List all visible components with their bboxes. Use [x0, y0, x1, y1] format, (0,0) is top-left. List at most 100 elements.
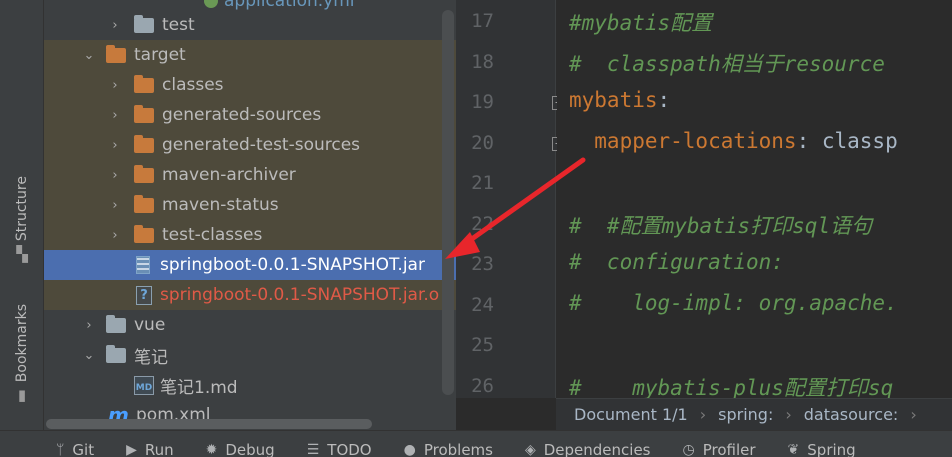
tree-row-label: springboot-0.0.1-SNAPSHOT.jar	[160, 255, 425, 275]
chevron-right-icon[interactable]: ›	[108, 198, 122, 213]
code-line-22: # #配置mybatis打印sql语句	[569, 214, 873, 238]
excluded-folder-icon	[134, 194, 154, 213]
project-tree: application.yml › test ⌄ target › classe…	[44, 0, 456, 430]
tree-row-label: maven-status	[162, 195, 279, 215]
chevron-right-icon[interactable]: ›	[108, 138, 122, 153]
tree-row-label: test-classes	[162, 225, 263, 245]
line-number: 20	[471, 132, 494, 154]
tab-git[interactable]: ᛘ Git	[56, 431, 94, 457]
tree-row-generated-sources[interactable]: › generated-sources	[44, 100, 456, 130]
tab-label: Spring	[807, 441, 856, 457]
structure-tab[interactable]: Structure ▚	[8, 176, 36, 262]
breadcrumb-item-datasource[interactable]: datasource:	[804, 405, 899, 424]
tree-row-generated-test-sources[interactable]: › generated-test-sources	[44, 130, 456, 160]
tree-vertical-scrollbar[interactable]	[442, 10, 454, 395]
spring-leaf-icon: ❦	[787, 442, 800, 457]
tree-horizontal-scrollbar[interactable]	[46, 419, 372, 429]
yaml-colon: :	[657, 88, 671, 112]
chevron-right-icon[interactable]: ›	[108, 18, 122, 33]
breadcrumb: Document 1/1 › spring: › datasource: ›	[556, 398, 952, 430]
line-number: 21	[471, 172, 494, 194]
line-number: 22	[471, 213, 494, 235]
tree-row-target[interactable]: ⌄ target	[44, 40, 456, 70]
tab-label: Run	[144, 441, 174, 457]
run-icon: ▶	[126, 442, 137, 457]
jar-archive-icon	[136, 256, 150, 274]
yaml-key: mapper-locations	[569, 129, 797, 153]
markdown-file-icon: MD	[134, 375, 154, 395]
tree-row-test[interactable]: › test	[44, 10, 456, 40]
yaml-file-icon	[204, 0, 218, 8]
chevron-down-icon[interactable]: ⌄	[82, 48, 96, 63]
code-line-26: # mybatis-plus配置打印sq	[569, 376, 894, 398]
tree-row-notes[interactable]: ⌄ 笔记	[44, 340, 456, 370]
line-number: 26	[471, 375, 494, 397]
excluded-folder-icon	[134, 74, 154, 93]
tree-row-notes-md[interactable]: MD 笔记1.md	[44, 370, 456, 400]
tab-label: Problems	[423, 441, 493, 457]
problems-icon: ●	[403, 442, 416, 457]
bookmarks-tab-label: Bookmarks	[14, 304, 30, 383]
tree-row-label: maven-archiver	[162, 165, 296, 185]
git-branch-icon: ᛘ	[56, 442, 65, 457]
folder-icon	[134, 14, 154, 33]
tree-row-label: target	[134, 45, 186, 65]
tab-todo[interactable]: ☰ TODO	[307, 431, 372, 457]
yaml-value: : classp	[796, 129, 898, 153]
bookmarks-tab[interactable]: Bookmarks ▮	[8, 304, 36, 403]
chevron-right-icon[interactable]: ›	[108, 108, 122, 123]
chevron-right-icon: ›	[785, 405, 792, 424]
excluded-folder-icon	[134, 134, 154, 153]
code-line-24: # log-impl: org.apache.	[569, 291, 898, 315]
code-line-18: # classpath相当于resource	[569, 52, 885, 76]
tree-row-maven-status[interactable]: › maven-status	[44, 190, 456, 220]
tree-row-jar-original[interactable]: ? springboot-0.0.1-SNAPSHOT.jar.o	[44, 280, 456, 310]
tab-debug[interactable]: ✹ Debug	[206, 431, 275, 457]
tree-row-label: 笔记	[134, 347, 168, 368]
chevron-right-icon[interactable]: ›	[108, 168, 122, 183]
yaml-key: mybatis	[569, 88, 658, 112]
tab-dependencies[interactable]: ◈ Dependencies	[525, 431, 651, 457]
chevron-right-icon: ›	[910, 405, 917, 424]
tree-row-label: vue	[134, 315, 166, 335]
bookmark-icon: ▮	[17, 386, 27, 405]
tab-label: Debug	[225, 441, 275, 457]
folder-icon	[106, 344, 126, 363]
chevron-right-icon[interactable]: ›	[108, 78, 122, 93]
chevron-right-icon[interactable]: ›	[82, 318, 96, 333]
tab-profiler[interactable]: ◷ Profiler	[683, 431, 756, 457]
line-number: 25	[471, 334, 494, 356]
structure-icon: ▚	[16, 245, 28, 264]
code-line-17: #mybatis配置	[569, 11, 713, 35]
code-editor[interactable]: #mybatis配置 # classpath相当于resource mybati…	[557, 0, 952, 398]
code-line-20: mapper-locations: classp	[569, 129, 898, 153]
tree-row-vue[interactable]: › vue	[44, 310, 456, 340]
editor-gutter: 17 18 19 20 21 22 23 24 25 26	[456, 0, 556, 398]
chevron-right-icon[interactable]: ›	[108, 228, 122, 243]
profiler-icon: ◷	[682, 442, 695, 457]
tree-row-jar-selected[interactable]: springboot-0.0.1-SNAPSHOT.jar	[44, 250, 456, 280]
list-icon: ☰	[306, 442, 320, 457]
tab-spring[interactable]: ❦ Spring	[788, 431, 856, 457]
tree-row-test-classes[interactable]: › test-classes	[44, 220, 456, 250]
dependencies-icon: ◈	[524, 442, 536, 457]
breadcrumb-item-spring[interactable]: spring:	[718, 405, 773, 424]
line-number: 19	[471, 91, 494, 113]
tab-run[interactable]: ▶ Run	[126, 431, 174, 457]
tree-row-label: generated-sources	[162, 105, 322, 125]
line-number: 24	[471, 294, 494, 316]
chevron-right-icon: ›	[699, 405, 707, 424]
bug-icon: ✹	[205, 442, 218, 457]
code-line-23: # configuration:	[569, 250, 784, 274]
line-number: 17	[471, 10, 494, 32]
tree-row-classes[interactable]: › classes	[44, 70, 456, 100]
tree-row-maven-archiver[interactable]: › maven-archiver	[44, 160, 456, 190]
line-number: 18	[471, 51, 494, 73]
unknown-file-icon: ?	[136, 285, 152, 305]
document-counter[interactable]: Document 1/1	[574, 405, 688, 424]
tab-label: Dependencies	[543, 441, 651, 457]
chevron-down-icon[interactable]: ⌄	[82, 348, 96, 363]
tab-problems[interactable]: ● Problems	[404, 431, 493, 457]
code-line-19: mybatis:	[569, 88, 670, 112]
bottom-tool-bar: ᛘ Git ▶ Run ✹ Debug ☰ TODO ● Problems ◈ Depend…	[0, 430, 952, 457]
